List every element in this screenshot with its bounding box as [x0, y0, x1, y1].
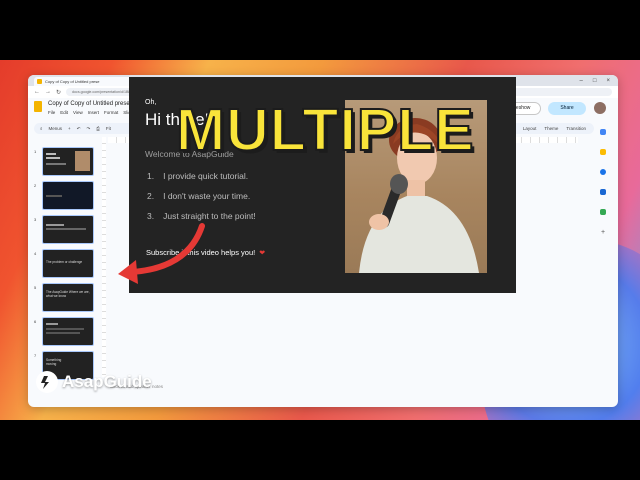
- heart-icon: ❤: [259, 249, 266, 257]
- list-number: 1.: [147, 171, 155, 181]
- filmstrip-item[interactable]: 6: [34, 317, 94, 347]
- list-number: 3.: [147, 211, 155, 221]
- slides-logo-icon[interactable]: [34, 101, 42, 112]
- minimize-icon[interactable]: –: [580, 78, 583, 84]
- tab-title: Copy of Copy of Untitled prese: [45, 79, 100, 84]
- menus-search[interactable]: Menus: [49, 126, 63, 131]
- thumbnail-text: The problem or challenge: [46, 260, 83, 264]
- add-addon-icon[interactable]: +: [601, 229, 605, 236]
- menu-format[interactable]: Format: [104, 110, 118, 115]
- undo-icon[interactable]: ↶: [77, 126, 81, 132]
- overlay-headline: MULTIPLE: [175, 97, 475, 163]
- filmstrip-item[interactable]: 1: [34, 147, 94, 177]
- thumbnail-text: Something moving: [46, 358, 62, 366]
- slide-number: 5: [34, 285, 37, 290]
- slide-greeting: Oh,: [145, 99, 157, 106]
- filmstrip-item[interactable]: 5 The AsapGuide Where we are, what we kn…: [34, 283, 94, 313]
- slide-number: 1: [34, 149, 37, 154]
- slide-number: 2: [34, 183, 37, 188]
- back-icon[interactable]: ←: [34, 89, 40, 95]
- vertical-ruler: [102, 137, 106, 377]
- list-number: 2.: [147, 191, 155, 201]
- layout-button[interactable]: Layout: [523, 126, 537, 131]
- maximize-icon[interactable]: □: [593, 78, 597, 84]
- transition-button[interactable]: Transition: [566, 126, 586, 131]
- share-button[interactable]: Share: [548, 102, 586, 115]
- slides-favicon-icon: [37, 79, 42, 84]
- slide-thumbnail[interactable]: The problem or challenge: [42, 249, 94, 278]
- slide-thumbnail[interactable]: [42, 181, 94, 210]
- brand-watermark: AsapGuide: [36, 371, 152, 393]
- slide-number: 6: [34, 319, 37, 324]
- redo-icon[interactable]: ↷: [86, 126, 90, 132]
- close-window-icon[interactable]: ×: [606, 78, 610, 84]
- list-item: 3. Just straight to the point!: [147, 211, 256, 221]
- filmstrip-item[interactable]: 2: [34, 181, 94, 211]
- avatar[interactable]: [594, 102, 606, 114]
- theme-button[interactable]: Theme: [544, 126, 558, 131]
- forward-icon[interactable]: →: [45, 89, 51, 95]
- maps-icon[interactable]: [600, 209, 606, 215]
- side-panel-rail: +: [594, 123, 612, 323]
- red-arrow-icon: [118, 223, 205, 284]
- zoom-select[interactable]: Fit: [106, 126, 111, 131]
- window-controls: – □ ×: [580, 78, 618, 84]
- reload-icon[interactable]: ↻: [56, 89, 61, 96]
- slide-number: 3: [34, 217, 37, 222]
- search-icon[interactable]: ⌕: [40, 126, 43, 131]
- menu-insert[interactable]: Insert: [88, 110, 99, 115]
- menu-edit[interactable]: Edit: [60, 110, 68, 115]
- list-text: I provide quick tutorial.: [163, 171, 249, 181]
- asapguide-logo-icon: [36, 371, 58, 393]
- thumbnail-text: The AsapGuide Where we are, what we know: [46, 290, 90, 298]
- slide-thumbnail[interactable]: The AsapGuide Where we are, what we know: [42, 283, 94, 312]
- slide-thumbnail[interactable]: [42, 317, 94, 346]
- keep-icon[interactable]: [600, 149, 606, 155]
- calendar-icon[interactable]: [600, 129, 606, 135]
- filmstrip-item[interactable]: 3: [34, 215, 94, 245]
- contacts-icon[interactable]: [600, 189, 606, 195]
- add-slide-icon[interactable]: +: [68, 126, 71, 131]
- slide-filmstrip: 1 2 3 4 The problem or challenge 5 The A…: [28, 137, 100, 407]
- slide-number: 7: [34, 353, 37, 358]
- filmstrip-item[interactable]: 4 The problem or challenge: [34, 249, 94, 279]
- list-item: 2. I don't waste your time.: [147, 191, 256, 201]
- list-text: I don't waste your time.: [163, 191, 251, 201]
- slide-number: 4: [34, 251, 37, 256]
- slide-thumbnail[interactable]: [42, 215, 94, 244]
- menu-view[interactable]: View: [73, 110, 83, 115]
- brand-name: AsapGuide: [62, 372, 152, 391]
- slide-thumbnail[interactable]: [42, 147, 94, 176]
- list-text: Just straight to the point!: [163, 211, 256, 221]
- list-item: 1. I provide quick tutorial.: [147, 171, 256, 181]
- print-icon[interactable]: ⎙: [96, 126, 100, 131]
- menu-file[interactable]: File: [48, 110, 55, 115]
- tasks-icon[interactable]: [600, 169, 606, 175]
